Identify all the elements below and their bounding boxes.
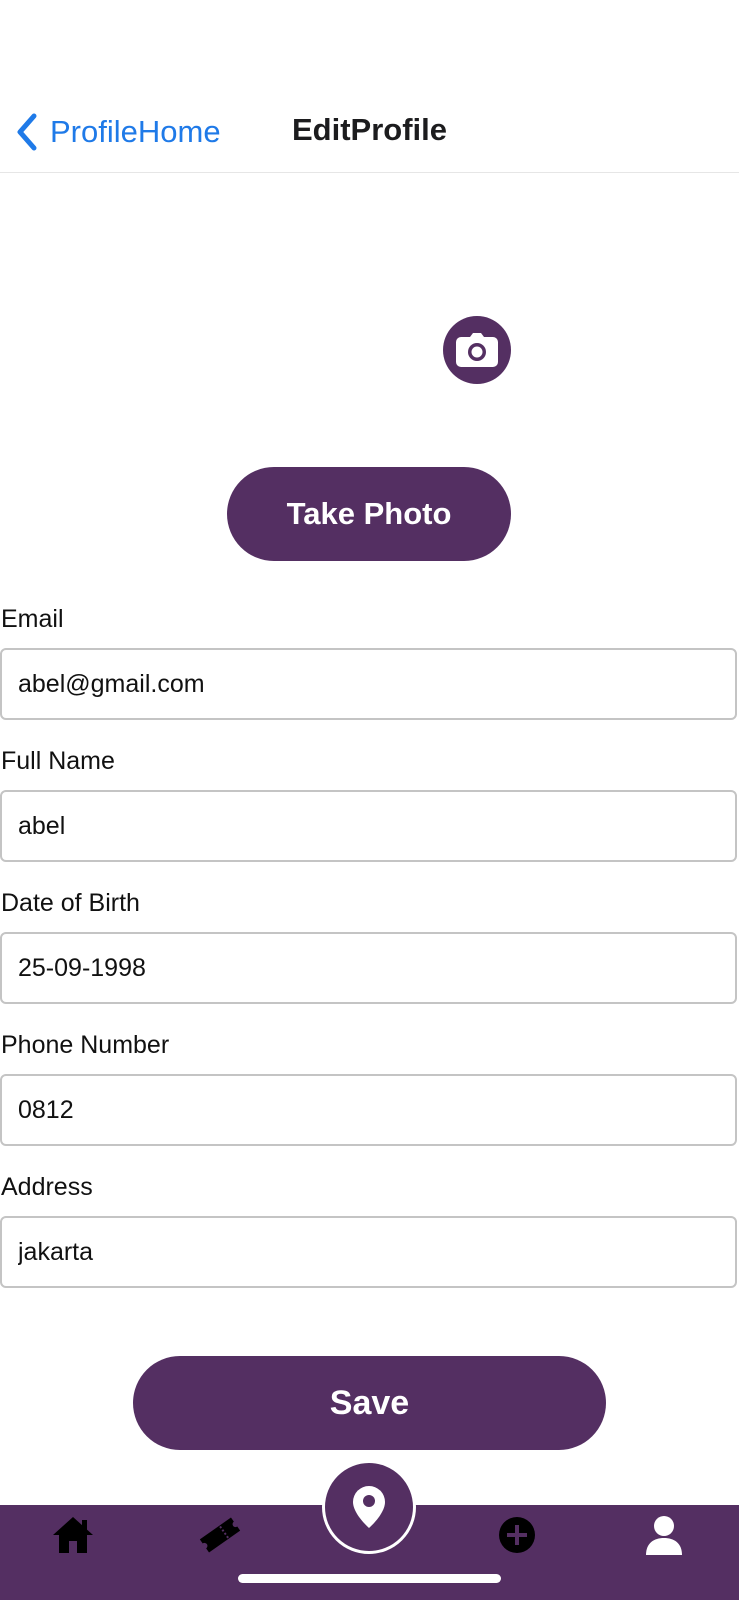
save-button[interactable]: Save xyxy=(133,1356,606,1450)
back-button[interactable]: ProfileHome xyxy=(14,108,221,156)
home-indicator xyxy=(238,1574,501,1583)
tab-map[interactable] xyxy=(322,1460,416,1554)
navigation-bar: ProfileHome EditProfile xyxy=(0,0,739,173)
take-photo-button[interactable]: Take Photo xyxy=(227,467,511,561)
camera-button[interactable] xyxy=(443,316,511,384)
tab-home[interactable] xyxy=(33,1505,113,1565)
full-name-field[interactable] xyxy=(0,790,737,862)
phone-number-label: Phone Number xyxy=(1,1031,170,1059)
chevron-left-icon xyxy=(17,113,37,151)
user-icon xyxy=(646,1516,682,1555)
phone-number-field[interactable] xyxy=(0,1074,737,1146)
tab-profile[interactable] xyxy=(624,1505,704,1565)
back-button-label: ProfileHome xyxy=(50,114,221,149)
tab-tickets[interactable] xyxy=(180,1505,260,1565)
email-label: Email xyxy=(1,605,64,633)
date-of-birth-label: Date of Birth xyxy=(1,889,140,917)
date-of-birth-field[interactable] xyxy=(0,932,737,1004)
location-pin-icon xyxy=(353,1486,385,1528)
address-label: Address xyxy=(1,1173,93,1201)
address-field[interactable] xyxy=(0,1216,737,1288)
camera-icon xyxy=(456,333,498,367)
page-title: EditProfile xyxy=(292,112,448,147)
add-circle-icon xyxy=(499,1517,535,1553)
ticket-icon xyxy=(199,1517,241,1553)
full-name-label: Full Name xyxy=(1,747,115,775)
email-field[interactable] xyxy=(0,648,737,720)
home-icon xyxy=(53,1517,93,1553)
tab-add[interactable] xyxy=(477,1505,557,1565)
